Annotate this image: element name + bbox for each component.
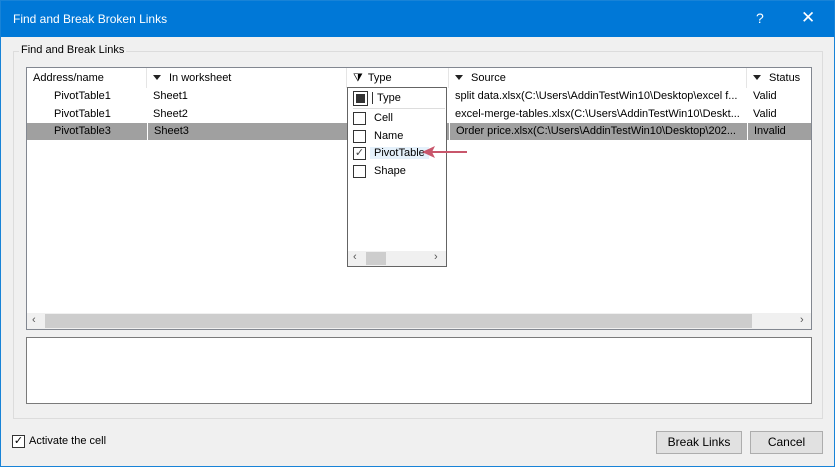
cell-address: PivotTable1 [54, 107, 111, 120]
break-links-button[interactable]: Break Links [656, 431, 742, 454]
close-button[interactable]: ✕ [801, 8, 815, 28]
header-label: Status [769, 72, 801, 84]
checkmark-icon[interactable]: ✓ [12, 435, 25, 448]
checkbox[interactable] [353, 129, 366, 143]
filter-item-name[interactable]: Name [353, 128, 445, 145]
column-header-source[interactable]: Source [449, 68, 747, 88]
details-textbox[interactable] [26, 337, 812, 404]
dropdown-arrow-icon[interactable] [455, 75, 463, 80]
cell-source: Order price.xlsx(C:\Users\AddinTestWin10… [449, 123, 747, 140]
dropdown-arrow-icon[interactable] [753, 75, 761, 80]
filter-icon[interactable]: ⧩ [353, 72, 363, 84]
type-filter-popup: Type Cell Name ✓ PivotTable Shape ‹ › [347, 87, 447, 267]
cell-source: split data.xlsx(C:\Users\AddinTestWin10\… [455, 90, 738, 102]
scroll-left-icon[interactable]: ‹ [353, 251, 357, 263]
select-all-checkbox[interactable] [353, 91, 368, 106]
popup-scrollbar[interactable]: ‹ › [348, 251, 446, 266]
scroll-right-icon[interactable]: › [434, 251, 438, 263]
cell-status: Valid [753, 107, 777, 120]
scroll-right-icon[interactable]: › [800, 314, 804, 326]
column-header-status[interactable]: Status [747, 68, 811, 88]
horizontal-scrollbar[interactable]: ‹ › [27, 313, 811, 329]
header-label: Address/name [33, 72, 104, 84]
filter-header-label: Type [372, 92, 405, 104]
cell-worksheet: Sheet1 [153, 90, 188, 102]
cell-worksheet: Sheet3 [147, 123, 347, 140]
group-label: Find and Break Links [19, 44, 127, 56]
cell-address: PivotTable1 [54, 90, 111, 102]
filter-item-label: Cell [374, 112, 393, 124]
title-bar: Find and Break Broken Links ? ✕ [1, 1, 834, 37]
filter-item-label: Shape [374, 164, 406, 177]
column-header-type[interactable]: ⧩ Type [347, 68, 449, 88]
cell-address: PivotTable3 [27, 123, 147, 140]
scrollbar-thumb[interactable] [45, 314, 752, 328]
cell-status: Invalid [747, 123, 811, 140]
cell-source: excel-merge-tables.xlsx(C:\Users\AddinTe… [455, 107, 740, 120]
filter-item-label: Name [374, 129, 404, 142]
checkbox[interactable]: ✓ [353, 147, 366, 160]
annotation-arrow-icon [422, 146, 467, 158]
filter-select-all[interactable]: Type [353, 90, 445, 109]
column-header-address[interactable]: Address/name [27, 68, 147, 88]
filter-item-label: PivotTable [370, 147, 429, 159]
filter-item-shape[interactable]: Shape [353, 163, 445, 180]
header-label: Source [471, 72, 506, 84]
checkbox[interactable] [353, 164, 366, 178]
help-button[interactable]: ? [756, 10, 764, 26]
filter-item-cell[interactable]: Cell [353, 110, 445, 127]
cell-worksheet: Sheet2 [153, 107, 188, 120]
checkbox[interactable] [353, 112, 366, 125]
header-label: In worksheet [169, 72, 232, 84]
column-header-worksheet[interactable]: In worksheet [147, 68, 347, 88]
scroll-left-icon[interactable]: ‹ [32, 314, 36, 326]
cell-status: Valid [753, 90, 777, 102]
cancel-button[interactable]: Cancel [750, 431, 823, 454]
scrollbar-thumb[interactable] [366, 252, 386, 265]
dialog-window: Find and Break Broken Links ? ✕ Find and… [0, 0, 835, 467]
window-title: Find and Break Broken Links [13, 12, 168, 26]
header-label: Type [367, 72, 392, 84]
dropdown-arrow-icon[interactable] [153, 75, 161, 80]
activate-cell-label: Activate the cell [29, 435, 107, 447]
